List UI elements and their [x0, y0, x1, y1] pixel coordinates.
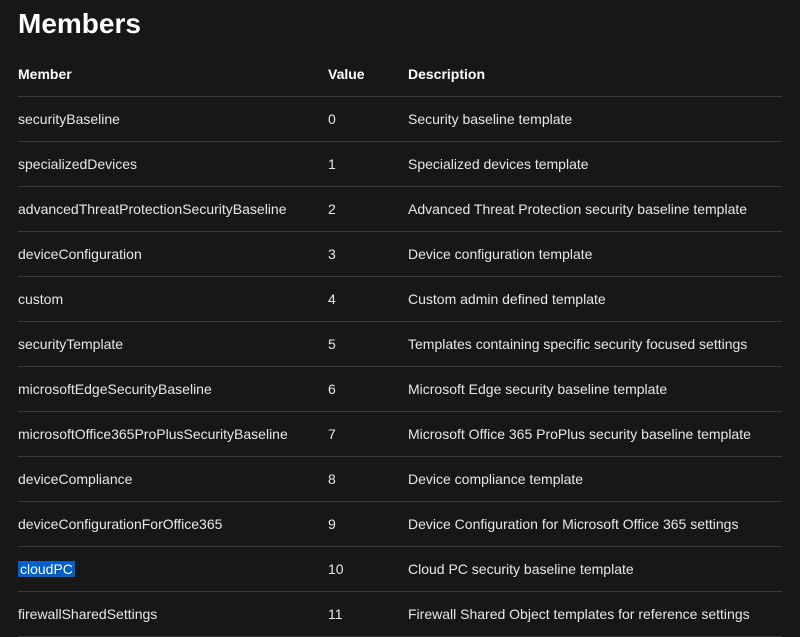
cell-member: specializedDevices — [18, 142, 328, 187]
cell-value: 2 — [328, 187, 408, 232]
header-member: Member — [18, 58, 328, 97]
cell-description: Microsoft Edge security baseline templat… — [408, 367, 782, 412]
cell-description: Advanced Threat Protection security base… — [408, 187, 782, 232]
table-row: securityTemplate5Templates containing sp… — [18, 322, 782, 367]
table-row: firewallSharedSettings11Firewall Shared … — [18, 592, 782, 637]
cell-member: advancedThreatProtectionSecurityBaseline — [18, 187, 328, 232]
table-row: cloudPC 10Cloud PC security baseline temp… — [18, 547, 782, 592]
cell-value: 5 — [328, 322, 408, 367]
cell-description: Microsoft Office 365 ProPlus security ba… — [408, 412, 782, 457]
cell-value: 1 — [328, 142, 408, 187]
cell-description: Device configuration template — [408, 232, 782, 277]
cell-member: cloudPC — [18, 547, 328, 592]
table-header-row: Member Value Description — [18, 58, 782, 97]
table-row: microsoftOffice365ProPlusSecurityBaselin… — [18, 412, 782, 457]
members-table: Member Value Description securityBaselin… — [18, 58, 782, 637]
cell-value: 9 — [328, 502, 408, 547]
cell-member: custom — [18, 277, 328, 322]
cell-description: Device compliance template — [408, 457, 782, 502]
cell-value: 8 — [328, 457, 408, 502]
table-row: advancedThreatProtectionSecurityBaseline… — [18, 187, 782, 232]
cell-member: deviceConfigurationForOffice365 — [18, 502, 328, 547]
table-row: specializedDevices1Specialized devices t… — [18, 142, 782, 187]
header-description: Description — [408, 58, 782, 97]
table-row: microsoftEdgeSecurityBaseline6Microsoft … — [18, 367, 782, 412]
cell-value: 6 — [328, 367, 408, 412]
table-row: deviceConfiguration3Device configuration… — [18, 232, 782, 277]
header-value: Value — [328, 58, 408, 97]
cell-member: securityBaseline — [18, 97, 328, 142]
cell-description: Security baseline template — [408, 97, 782, 142]
table-row: deviceCompliance8Device compliance templ… — [18, 457, 782, 502]
cell-value: 0 — [328, 97, 408, 142]
cell-value: 7 — [328, 412, 408, 457]
cell-value: 11 — [328, 592, 408, 637]
page-title: Members — [18, 8, 782, 40]
table-row: deviceConfigurationForOffice3659Device C… — [18, 502, 782, 547]
cell-member: microsoftOffice365ProPlusSecurityBaselin… — [18, 412, 328, 457]
cell-value: 3 — [328, 232, 408, 277]
table-row: custom4Custom admin defined template — [18, 277, 782, 322]
cell-description: Firewall Shared Object templates for ref… — [408, 592, 782, 637]
cell-description: Templates containing specific security f… — [408, 322, 782, 367]
cell-value: 10 — [328, 547, 408, 592]
cell-member: deviceCompliance — [18, 457, 328, 502]
cell-value: 4 — [328, 277, 408, 322]
cell-description: Custom admin defined template — [408, 277, 782, 322]
cell-description: Device Configuration for Microsoft Offic… — [408, 502, 782, 547]
cell-member: firewallSharedSettings — [18, 592, 328, 637]
cell-description: Specialized devices template — [408, 142, 782, 187]
table-row: securityBaseline0Security baseline templ… — [18, 97, 782, 142]
cell-member: microsoftEdgeSecurityBaseline — [18, 367, 328, 412]
member-highlight: cloudPC — [18, 561, 75, 577]
cell-description: Cloud PC security baseline template — [408, 547, 782, 592]
cell-member: deviceConfiguration — [18, 232, 328, 277]
cell-member: securityTemplate — [18, 322, 328, 367]
